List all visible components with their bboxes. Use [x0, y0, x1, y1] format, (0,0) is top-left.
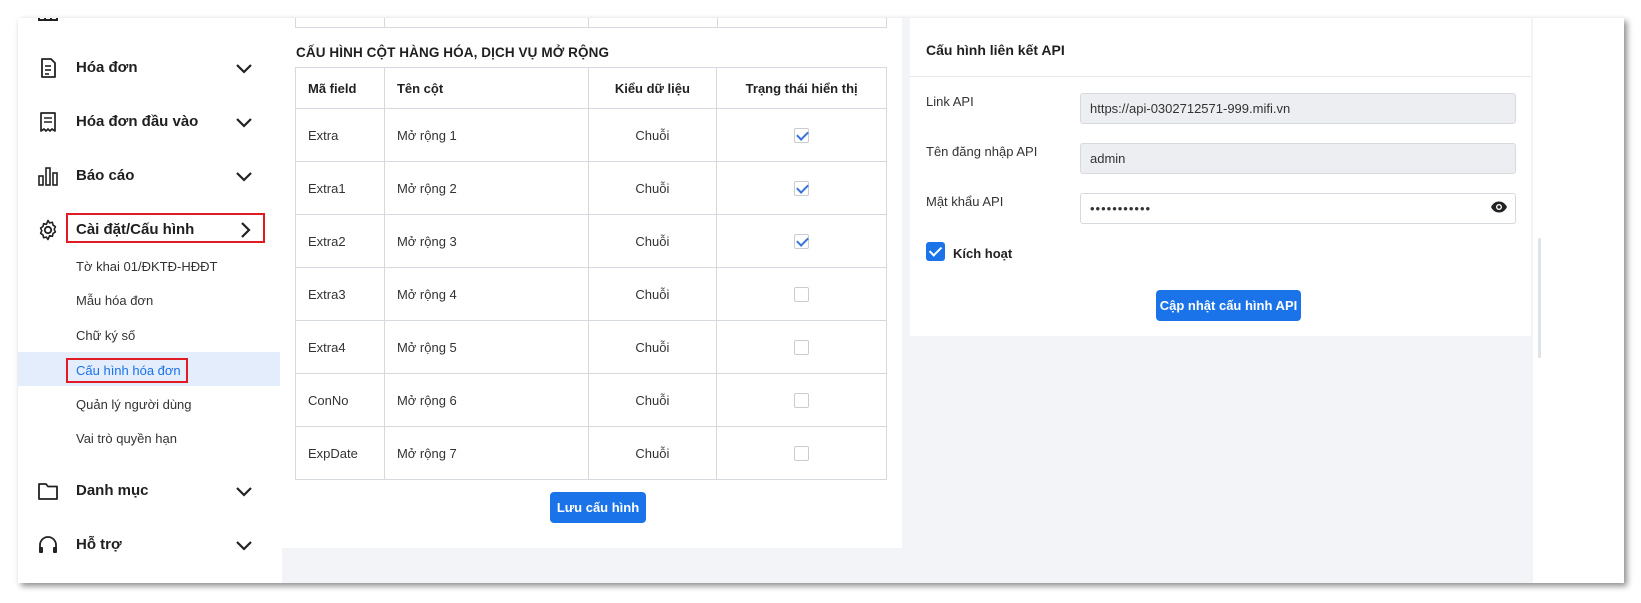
activate-label: Kích hoạt [953, 246, 1013, 261]
column-name: Mở rộng 3 [383, 214, 589, 268]
field-code: ExpDate [295, 426, 385, 480]
data-type: Chuỗi [587, 267, 718, 321]
headset-icon [39, 536, 57, 553]
link-api-input[interactable] [1080, 93, 1516, 124]
section-title: CẤU HÌNH CỘT HÀNG HÓA, DỊCH VỤ MỞ RỘNG [296, 45, 610, 60]
table-row: ExpDate Mở rộng 7 Chuỗi [295, 426, 887, 480]
receipt-icon [41, 58, 56, 78]
invoice-input-icon [40, 112, 56, 132]
field-code: Extra2 [295, 214, 385, 268]
api-username-input[interactable] [1080, 143, 1516, 174]
column-header: Tên cột [383, 67, 589, 109]
previous-table-edge [295, 18, 887, 28]
visibility-checkbox[interactable] [794, 393, 810, 409]
column-name: Mở rộng 1 [383, 108, 589, 162]
table-row: Extra Mở rộng 1 Chuỗi [295, 108, 887, 162]
save-config-button[interactable]: Lưu cấu hình [550, 492, 646, 523]
table-row: ConNo Mở rộng 6 Chuỗi [295, 373, 887, 427]
field-code: Extra3 [295, 267, 385, 321]
table-header-row: Mã field Tên cột Kiểu dữ liệu Trạng thái… [295, 67, 887, 109]
visibility-checkbox[interactable] [794, 128, 810, 144]
column-name: Mở rộng 4 [383, 267, 589, 321]
chevron-down-icon[interactable] [232, 56, 256, 80]
column-name: Mở rộng 5 [383, 320, 589, 374]
divider [910, 76, 1531, 77]
field-code: ConNo [295, 373, 385, 427]
sidebar: Hóa đơn Hóa đơn đầu vào Báo cáo Cài đặt/… [18, 18, 282, 583]
api-password-label: Mật khẩu API [926, 194, 1004, 209]
grid-icon [38, 18, 58, 21]
app-window: Hóa đơn Hóa đơn đầu vào Báo cáo Cài đặt/… [18, 18, 1624, 583]
sidebar-item-hoa-don[interactable]: Hóa đơn [18, 48, 282, 88]
table-row: Extra4 Mở rộng 5 Chuỗi [295, 320, 887, 374]
sidebar-item-label: Hóa đơn [76, 59, 138, 76]
table-row: Extra2 Mở rộng 3 Chuỗi [295, 214, 887, 268]
right-margin [1533, 18, 1624, 583]
sidebar-item-bao-cao[interactable]: Báo cáo [18, 156, 282, 196]
table-row: Extra1 Mở rộng 2 Chuỗi [295, 161, 887, 215]
visibility-checkbox[interactable] [794, 340, 810, 356]
data-type: Chuỗi [587, 108, 718, 162]
field-code: Extra1 [295, 161, 385, 215]
chevron-down-icon[interactable] [232, 533, 256, 557]
column-header: Trạng thái hiển thị [716, 67, 887, 109]
folder-icon [38, 483, 58, 500]
gear-icon [39, 219, 57, 241]
table-row: Extra3 Mở rộng 4 Chuỗi [295, 267, 887, 321]
eye-icon[interactable] [1490, 200, 1508, 214]
chevron-down-icon[interactable] [232, 110, 256, 134]
api-username-label: Tên đăng nhập API [926, 144, 1038, 159]
sidebar-item-label: Danh mục [76, 482, 149, 499]
column-name: Mở rộng 7 [383, 426, 589, 480]
column-name: Mở rộng 2 [383, 161, 589, 215]
data-type: Chuỗi [587, 161, 718, 215]
sidebar-item-hoa-don-dau-vao[interactable]: Hóa đơn đầu vào [18, 102, 282, 142]
sidebar-item-label: Báo cáo [76, 167, 135, 184]
extended-columns-table: Mã field Tên cột Kiểu dữ liệu Trạng thái… [295, 67, 887, 480]
sub-item-to-khai[interactable]: Tờ khai 01/ĐKTĐ-HĐĐT [76, 259, 217, 274]
sidebar-item-label: Hóa đơn đầu vào [76, 113, 199, 130]
sub-item-quan-ly-nguoi-dung[interactable]: Quản lý người dùng [76, 397, 192, 412]
link-api-label: Link API [926, 94, 974, 109]
scrollbar-thumb[interactable] [1538, 238, 1541, 358]
sidebar-item-danh-muc[interactable]: Danh mục [18, 471, 282, 511]
highlight-box [66, 213, 265, 243]
data-type: Chuỗi [587, 214, 718, 268]
sidebar-item-label: Hỗ trợ [76, 536, 122, 553]
column-header: Kiểu dữ liệu [587, 67, 718, 109]
data-type: Chuỗi [587, 426, 718, 480]
panel-title: Cấu hình liên kết API [926, 42, 1065, 58]
field-code: Extra4 [295, 320, 385, 374]
visibility-checkbox[interactable] [794, 181, 810, 197]
visibility-checkbox[interactable] [794, 446, 810, 462]
extended-columns-panel: CẤU HÌNH CỘT HÀNG HÓA, DỊCH VỤ MỞ RỘNG M… [280, 18, 902, 548]
highlight-box [66, 358, 188, 383]
chevron-down-icon[interactable] [232, 164, 256, 188]
api-config-panel: Cấu hình liên kết API Link API Tên đăng … [910, 18, 1531, 336]
visibility-checkbox[interactable] [794, 234, 810, 250]
chevron-down-icon[interactable] [232, 479, 256, 503]
sub-item-vai-tro[interactable]: Vai trò quyền hạn [76, 431, 177, 446]
column-header: Mã field [295, 67, 385, 109]
sub-item-chu-ky-so[interactable]: Chữ ký số [76, 328, 135, 343]
api-password-input[interactable] [1080, 193, 1516, 224]
column-name: Mở rộng 6 [383, 373, 589, 427]
sidebar-item-ho-tro[interactable]: Hỗ trợ [18, 525, 282, 565]
data-type: Chuỗi [587, 320, 718, 374]
data-type: Chuỗi [587, 373, 718, 427]
activate-checkbox[interactable] [926, 242, 945, 261]
bar-chart-icon [38, 167, 58, 186]
visibility-checkbox[interactable] [794, 287, 810, 303]
sub-item-mau-hoa-don[interactable]: Mẫu hóa đơn [76, 293, 153, 308]
update-api-config-button[interactable]: Cập nhật cấu hình API [1156, 290, 1301, 321]
field-code: Extra [295, 108, 385, 162]
